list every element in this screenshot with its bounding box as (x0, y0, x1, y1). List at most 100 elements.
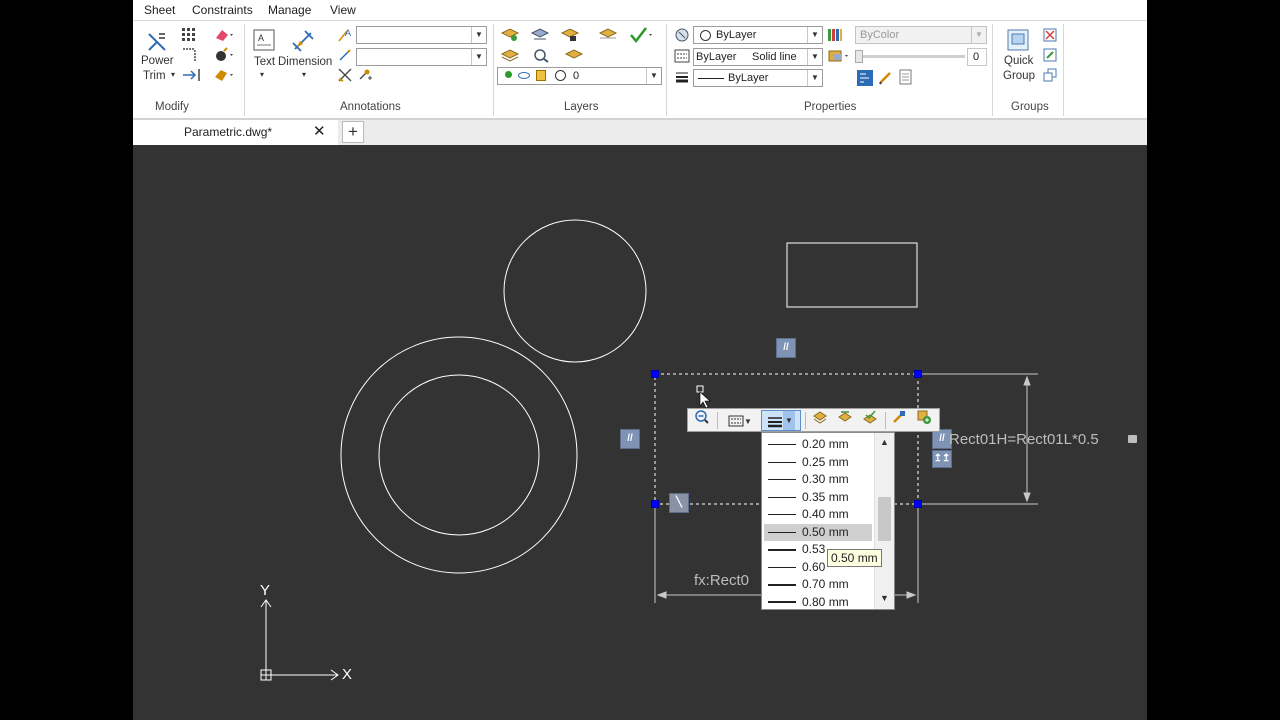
grip-bottom-right[interactable] (914, 500, 922, 508)
dimension-dropdown-icon[interactable]: ▾ (302, 70, 306, 79)
properties-palette-icon[interactable] (856, 69, 874, 87)
transparency-slider[interactable] (855, 50, 965, 63)
perpendicular-constraint-icon[interactable]: ╲ (669, 493, 689, 513)
table-style-icon[interactable] (337, 67, 353, 83)
document-tab-bar: Parametric.dwg* ✕ + (133, 120, 1147, 145)
circle-outer[interactable] (340, 336, 578, 574)
multileader-icon[interactable]: A (337, 27, 353, 43)
layer-freeze-icon[interactable] (560, 27, 580, 43)
quick-group-icon[interactable] (1007, 29, 1029, 51)
layer-walk-icon[interactable] (532, 47, 552, 63)
group-selection-icon[interactable] (1042, 67, 1058, 83)
transparency-input[interactable]: 0 (967, 48, 987, 66)
lineweight-combo[interactable]: ByLayer ▼ (693, 69, 823, 87)
color-combo[interactable]: ByLayer ▼ (693, 26, 823, 44)
linetype-quad-button[interactable]: ▼ (722, 410, 758, 430)
lineweight-icon[interactable] (674, 69, 690, 85)
grip-top-left[interactable] (651, 370, 659, 378)
modify-group-label: Modify (155, 101, 189, 113)
layer-merge-icon[interactable] (564, 47, 584, 63)
linetype-combo[interactable]: ByLayer Solid line ▼ (693, 48, 823, 66)
explode-icon[interactable] (213, 47, 235, 63)
layer-isolate-icon[interactable] (530, 27, 550, 43)
circle-small[interactable] (503, 219, 647, 363)
text-dropdown-icon[interactable]: ▾ (260, 70, 264, 79)
scrollbar-thumb[interactable] (878, 497, 891, 541)
array-icon[interactable] (181, 27, 197, 43)
match-layer-icon[interactable] (674, 27, 690, 43)
lineweight-option[interactable]: 0.40 mm (764, 506, 872, 523)
quick-properties-icon[interactable] (878, 69, 894, 85)
properties-icon (893, 411, 905, 423)
transparency-icon[interactable] (827, 48, 853, 64)
erase-icon[interactable] (213, 27, 235, 43)
layer-change-button[interactable] (834, 410, 856, 430)
lineweight-option-selected[interactable]: 0.50 mm (764, 523, 872, 541)
lineweight-option[interactable]: 0.30 mm (764, 471, 872, 488)
chevron-down-icon: ▼ (807, 27, 822, 43)
layer-previous-icon[interactable] (500, 47, 520, 63)
text-style-combo[interactable]: ▼ (356, 26, 487, 44)
zoom-out-button[interactable] (691, 410, 713, 430)
grip-top-right[interactable] (914, 370, 922, 378)
layer-current-button[interactable] (859, 410, 881, 430)
parallel-constraint-icon[interactable]: // (620, 429, 640, 449)
add-leader-icon[interactable] (357, 67, 373, 83)
list-icon[interactable] (898, 69, 914, 85)
lineweight-quad-button[interactable]: ▼ (761, 410, 801, 431)
group-edit-icon[interactable] (1042, 47, 1058, 63)
chevron-up-icon[interactable]: ▲ (875, 437, 894, 447)
constraint-formula-text[interactable]: Rect01H=Rect01L*0.5 (949, 431, 1099, 448)
extend-icon[interactable] (181, 67, 203, 83)
layer-quad-button[interactable] (809, 410, 831, 430)
power-trim-dropdown-icon[interactable]: ▾ (171, 70, 175, 79)
drawing-canvas[interactable]: // // // ↥↥ ╲ Rect01H=Rect01L*0.5 fx:Rec… (133, 145, 1147, 720)
add-tab-button[interactable]: + (342, 121, 364, 143)
lineweight-option[interactable]: 0.70 mm (764, 576, 872, 593)
document-tab[interactable]: Parametric.dwg* ✕ (133, 120, 338, 145)
ungroup-icon[interactable] (1042, 27, 1058, 43)
layer-state-icon[interactable] (500, 27, 520, 43)
grip-bottom-left[interactable] (651, 500, 659, 508)
dimension-icon[interactable] (291, 29, 317, 53)
parallel-constraint-icon[interactable]: // (776, 338, 796, 358)
match-properties-icon[interactable] (213, 67, 235, 83)
dimension-style-combo[interactable]: ▼ (356, 48, 487, 66)
rectangle-top[interactable] (786, 242, 918, 308)
coincident-constraint-icon[interactable]: ↥↥ (932, 450, 952, 468)
lineweight-option[interactable]: 0.20 mm (764, 436, 872, 453)
slider-handle[interactable] (855, 50, 863, 63)
lineweight-option[interactable]: 0.25 mm (764, 454, 872, 471)
color-bars-icon[interactable] (827, 27, 843, 43)
chevron-down-icon[interactable]: ▼ (875, 593, 894, 603)
close-icon[interactable]: ✕ (313, 122, 326, 140)
leader-style-icon[interactable] (337, 47, 353, 63)
layer-off-icon[interactable] (598, 27, 618, 43)
fillet-icon[interactable] (181, 47, 197, 63)
chevron-down-icon: ▼ (471, 49, 486, 65)
plus-icon: + (348, 122, 358, 141)
make-current-icon[interactable] (628, 26, 654, 44)
separator (805, 412, 806, 429)
linetype-icon[interactable] (674, 48, 690, 64)
menu-constraints[interactable]: Constraints (192, 3, 253, 17)
lineweight-tooltip: 0.50 mm (827, 549, 882, 567)
cursor-icon (696, 385, 711, 409)
separator (244, 24, 245, 116)
add-to-group-button[interactable] (913, 410, 935, 430)
separator (992, 24, 993, 116)
lineweight-option[interactable]: 0.35 mm (764, 489, 872, 506)
chevron-down-icon: ▼ (646, 68, 661, 84)
dropdown-scrollbar[interactable]: ▲ ▼ (874, 433, 894, 609)
lock-icon (1128, 435, 1137, 443)
menu-sheet[interactable]: Sheet (144, 3, 175, 17)
dimension-formula-text[interactable]: fx:Rect0 (694, 572, 749, 589)
text-icon[interactable]: A (253, 29, 275, 53)
circle-inner[interactable] (378, 374, 540, 536)
power-trim-label-1: Power (141, 55, 174, 67)
lineweight-option[interactable]: 0.80 mm (764, 594, 872, 611)
menu-view[interactable]: View (330, 3, 356, 17)
layer-combo[interactable]: 0 ▼ (497, 67, 662, 85)
menu-manage[interactable]: Manage (268, 3, 311, 17)
properties-quad-button[interactable] (888, 410, 910, 430)
